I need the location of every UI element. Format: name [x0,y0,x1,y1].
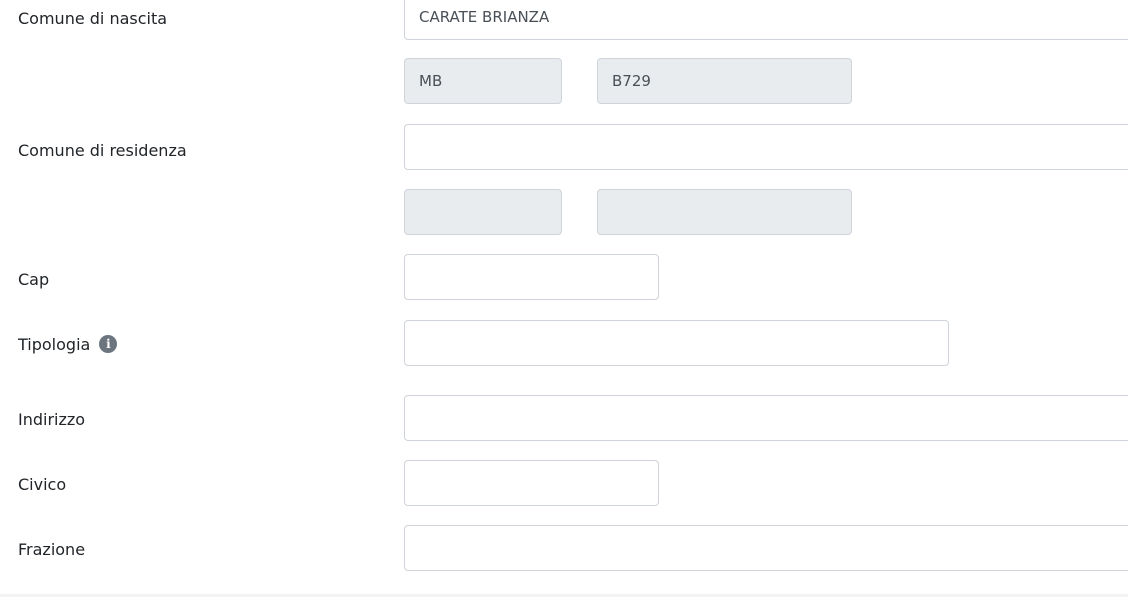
anagrafica-form: Comune di nascita Comune di residenza Ca… [0,0,1128,597]
comune-residenza-codice-field [597,189,852,235]
indirizzo-label: Indirizzo [18,410,86,429]
frazione-input[interactable] [404,525,1128,571]
civico-label: Civico [18,475,67,494]
comune-nascita-input[interactable] [404,0,1128,40]
comune-nascita-codice-field [597,58,852,104]
frazione-label: Frazione [18,540,86,559]
tipologia-input[interactable] [404,320,949,366]
indirizzo-input[interactable] [404,395,1128,441]
info-icon[interactable]: i [99,334,118,353]
comune-residenza-provincia-field [404,189,562,235]
comune-residenza-input[interactable] [404,124,1128,170]
tipologia-label-group: Tipologia i [18,334,118,355]
comune-nascita-label: Comune di nascita [18,9,168,28]
cap-input[interactable] [404,254,659,300]
comune-nascita-provincia-field [404,58,562,104]
cap-label: Cap [18,270,50,289]
civico-input[interactable] [404,460,659,506]
comune-residenza-label: Comune di residenza [18,141,187,160]
tipologia-label: Tipologia [18,335,91,354]
